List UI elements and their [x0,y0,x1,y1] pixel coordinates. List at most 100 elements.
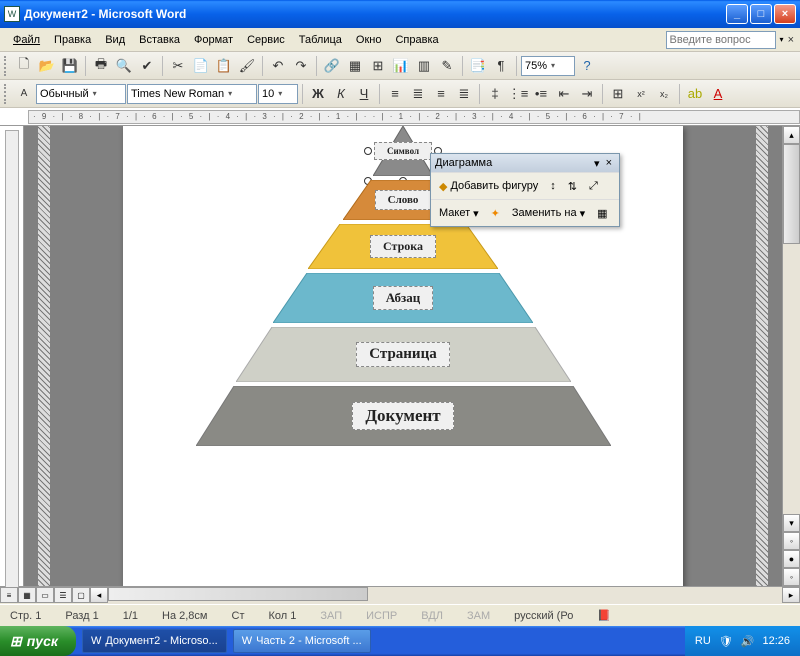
excel-button[interactable]: 📊 [390,55,412,77]
bold-button[interactable]: Ж [307,83,329,105]
status-ovr[interactable]: ЗАМ [461,610,496,622]
float-toolbar-dropdown[interactable]: ▾ [591,157,603,170]
underline-button[interactable]: Ч [353,83,375,105]
browse-object-button[interactable]: ● [783,550,800,568]
maximize-button[interactable]: □ [750,4,772,24]
scroll-right-button[interactable]: ▸ [782,587,800,603]
tray-shield-icon[interactable]: 🛡 [719,635,733,648]
help-button[interactable]: ? [576,55,598,77]
minimize-button[interactable]: _ [726,4,748,24]
new-doc-button[interactable]: 🗋 [13,55,35,77]
next-page-button[interactable]: ◦ [783,568,800,586]
diagram-toolbar-title[interactable]: Диаграмма ▾ × [431,154,619,172]
vertical-scrollbar[interactable]: ▴ ▾ ◦ ● ◦ [782,126,800,586]
menu-view[interactable]: Вид [98,31,132,49]
scroll-up-button[interactable]: ▴ [783,126,800,144]
system-tray[interactable]: RU 🛡 🔊 12:26 [685,626,800,656]
print-preview-button[interactable]: 🔍 [113,55,135,77]
menu-table[interactable]: Таблица [292,31,349,49]
insert-table-button[interactable]: ⊞ [367,55,389,77]
vertical-ruler[interactable] [0,126,24,586]
toolbar-grip-2[interactable] [4,84,9,104]
scroll-thumb[interactable] [783,144,800,244]
pyramid-level-2[interactable]: Строка [308,224,498,269]
subscript-button[interactable]: x₂ [653,83,675,105]
help-dropdown-arrow[interactable]: ▾ [780,35,784,44]
show-marks-button[interactable]: ¶ [490,55,512,77]
columns-button[interactable]: ▥ [413,55,435,77]
style-combo[interactable]: Обычный▾ [36,84,126,104]
menu-window[interactable]: Окно [349,31,389,49]
normal-view-button[interactable]: ≡ [0,587,18,603]
status-lang[interactable]: русский (Ро [508,610,579,622]
fit-text-button[interactable]: ▦ [593,203,611,223]
paste-button[interactable]: 📋 [213,55,235,77]
help-search-input[interactable] [666,31,776,49]
menu-file[interactable]: Файл [6,31,47,49]
scroll-left-button[interactable]: ◂ [90,587,108,603]
replace-button[interactable]: Заменить на ▾ [508,203,589,223]
font-color-button[interactable]: A [707,83,729,105]
highlight-button[interactable]: ab [684,83,706,105]
save-button[interactable]: 💾 [59,55,81,77]
horizontal-ruler[interactable]: · 9 · | · 8 · | · 7 · | · 6 · | · 5 · | … [0,108,800,126]
tray-lang[interactable]: RU [695,635,711,647]
pyramid-level-4[interactable]: Страница [236,327,571,382]
menu-help[interactable]: Справка [388,31,445,49]
print-button[interactable]: 🖶 [90,55,112,77]
zoom-combo[interactable]: 75%▾ [521,56,575,76]
pyramid-label-5[interactable]: Документ [352,402,453,430]
print-view-button[interactable]: ▭ [36,587,54,603]
status-rec[interactable]: ЗАП [314,610,348,622]
menu-edit[interactable]: Правка [47,31,98,49]
move-up-button[interactable]: ↕ [546,176,560,196]
numbering-button[interactable]: ⋮≡ [507,83,529,105]
web-view-button[interactable]: ▦ [18,587,36,603]
taskbar-item-0[interactable]: WДокумент2 - Microso... [82,629,227,653]
pyramid-label-3[interactable]: Абзац [373,286,433,310]
superscript-button[interactable]: x² [630,83,652,105]
pyramid-label-4[interactable]: Страница [356,342,449,367]
add-shape-button[interactable]: ◆Добавить фигуру [435,176,542,196]
pyramid-level-0[interactable]: Символ [373,126,433,176]
taskbar-item-1[interactable]: WЧасть 2 - Microsoft ... [233,629,371,653]
reading-view-button[interactable]: ▢ [72,587,90,603]
align-right-button[interactable]: ≡ [430,83,452,105]
autoformat-button[interactable]: ✦ [487,203,504,223]
tables-button[interactable]: ▦ [344,55,366,77]
tray-volume-icon[interactable]: 🔊 [741,635,755,648]
diagram-toolbar[interactable]: Диаграмма ▾ × ◆Добавить фигуру ↕ ⇅ ⤢ Мак… [430,153,620,227]
close-button[interactable]: × [774,4,796,24]
status-ext[interactable]: ВДЛ [415,610,449,622]
menu-tools[interactable]: Сервис [240,31,292,49]
menubar-close-icon[interactable]: × [788,34,794,46]
toolbar-grip[interactable] [4,56,9,76]
float-toolbar-close[interactable]: × [603,157,615,169]
copy-button[interactable]: 📄 [190,55,212,77]
align-left-button[interactable]: ≡ [384,83,406,105]
hyperlink-button[interactable]: 🔗 [321,55,343,77]
start-button[interactable]: ⊞пуск [0,626,76,656]
decrease-indent-button[interactable]: ⇤ [553,83,575,105]
format-painter-button[interactable]: 🖌 [236,55,258,77]
doc-map-button[interactable]: 📑 [467,55,489,77]
bullets-button[interactable]: •≡ [530,83,552,105]
status-trk[interactable]: ИСПР [360,610,403,622]
increase-indent-button[interactable]: ⇥ [576,83,598,105]
move-down-button[interactable]: ⇅ [564,176,581,196]
menu-format[interactable]: Формат [187,31,240,49]
tray-clock[interactable]: 12:26 [762,635,790,647]
pyramid-level-5[interactable]: Документ [196,386,611,446]
italic-button[interactable]: К [330,83,352,105]
redo-button[interactable]: ↷ [290,55,312,77]
line-spacing-button[interactable]: ‡ [484,83,506,105]
justify-button[interactable]: ≣ [453,83,475,105]
page-container[interactable]: Символ Слово Строка Абзац Страница [24,126,782,586]
drawing-button[interactable]: ✎ [436,55,458,77]
pyramid-label-0[interactable]: Символ [374,142,432,160]
open-button[interactable]: 📂 [36,55,58,77]
prev-page-button[interactable]: ◦ [783,532,800,550]
hscroll-thumb[interactable] [108,587,368,601]
pyramid-label-1[interactable]: Слово [375,190,432,210]
align-center-button[interactable]: ≣ [407,83,429,105]
